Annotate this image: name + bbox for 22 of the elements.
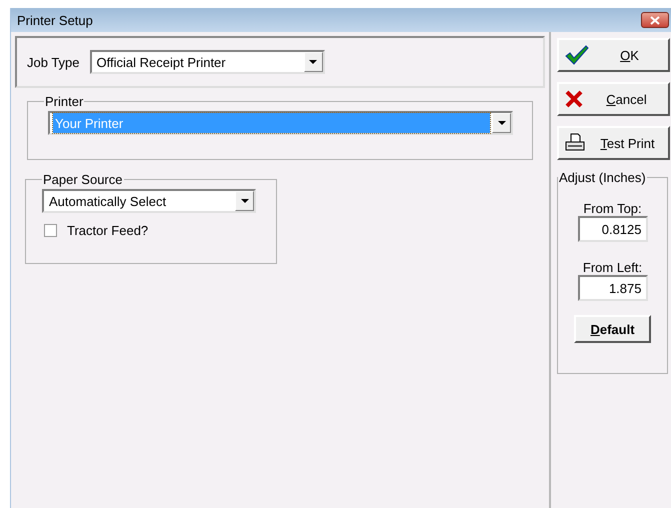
default-button[interactable]: Default <box>574 315 651 343</box>
cancel-button[interactable]: Cancel <box>557 82 670 116</box>
window-title: Printer Setup <box>17 12 93 28</box>
printer-icon <box>565 133 585 153</box>
job-type-dropdown[interactable]: Official Receipt Printer <box>90 50 325 74</box>
tractor-feed-label: Tractor Feed? <box>67 223 148 238</box>
test-print-button[interactable]: Test Print <box>557 126 670 160</box>
offset-label: From Left: <box>582 260 642 275</box>
offset-label: From Top: <box>583 201 642 216</box>
offset-field[interactable]: 0.8125 <box>578 216 648 242</box>
job-type-label: Job Type <box>27 54 80 70</box>
paper-source-dropdown[interactable]: Automatically Select <box>42 189 256 213</box>
checkmark-icon <box>565 45 589 65</box>
close-button[interactable] <box>641 12 669 28</box>
cross-icon <box>565 90 583 108</box>
printer-legend: Printer <box>44 94 84 109</box>
close-icon <box>650 16 660 24</box>
adjust-legend: Adjust (Inches) <box>558 170 647 185</box>
ok-button[interactable]: OK <box>557 38 670 72</box>
offset-field[interactable]: 1.875 <box>578 275 648 301</box>
paper-source-legend: Paper Source <box>42 172 124 187</box>
tractor-feed-checkbox[interactable] <box>44 224 57 237</box>
